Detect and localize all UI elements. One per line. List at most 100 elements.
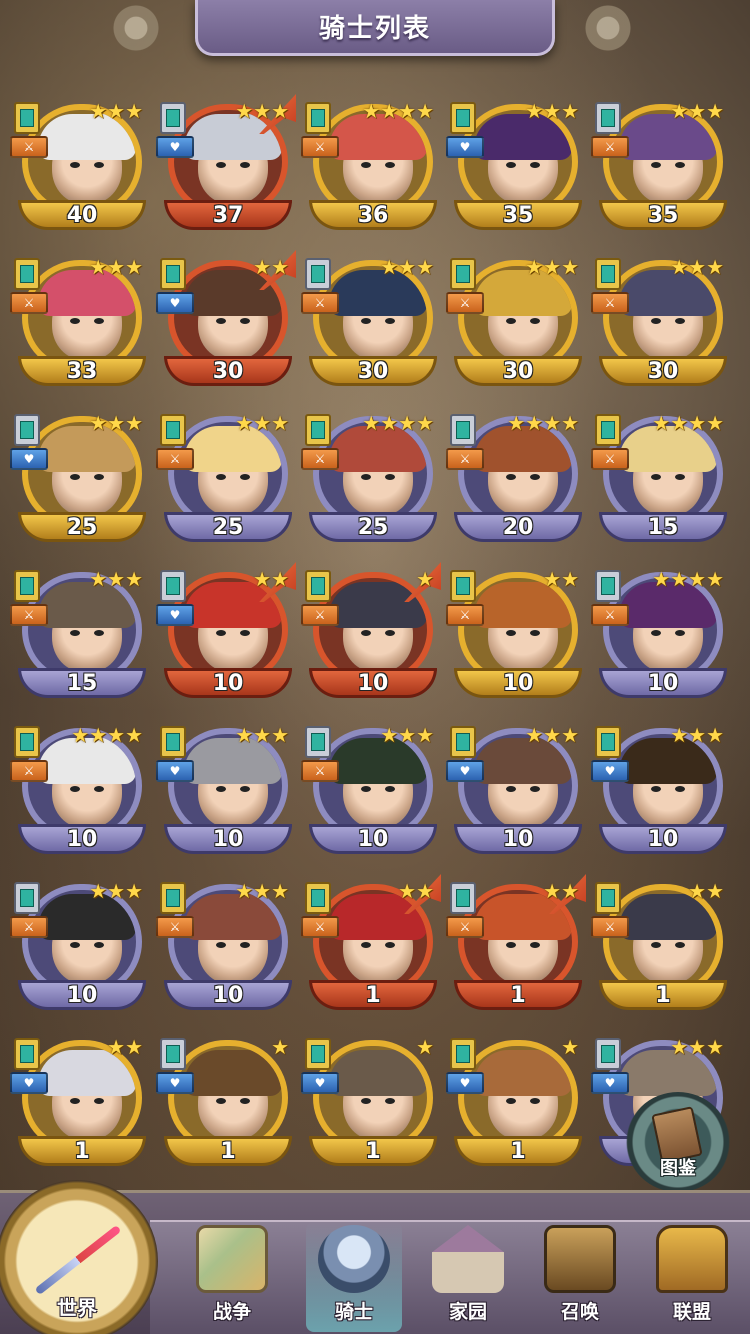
nav-alliance[interactable]: 联盟 xyxy=(644,1222,740,1332)
knight-card[interactable]: ★ ★ ★ ★ ⚔ 10 xyxy=(591,566,731,706)
eye xyxy=(361,318,371,324)
star-rating: ★ ★ ★ xyxy=(522,98,582,124)
knight-card[interactable]: ★ ★ ★ ⚔ 30 xyxy=(591,254,731,394)
star-rating: ★ ★ ★ ★ xyxy=(359,410,437,436)
eye xyxy=(70,474,80,480)
level-ribbon: 1 xyxy=(309,980,437,1010)
knight-card[interactable]: ★ ★ ★ ⚔ 10 xyxy=(301,722,441,862)
star-icon: ★ xyxy=(706,879,724,903)
knight-card[interactable]: ★ ★ ★ ★ ⚔ 10 xyxy=(10,722,150,862)
knight-card[interactable]: ★ ★ ★ ⚔ 25 xyxy=(156,410,296,550)
class-badge-icon xyxy=(595,414,621,446)
eye xyxy=(385,474,395,480)
page-title: 骑士列表 xyxy=(318,14,431,44)
class-cell xyxy=(311,889,325,907)
knight-card[interactable]: ★ ★ ⚔ 1 xyxy=(301,874,441,1018)
nav-world-label: 世界 xyxy=(57,1296,97,1320)
eye xyxy=(506,162,516,168)
nav-world[interactable]: 世界 xyxy=(0,1180,158,1334)
eye xyxy=(70,630,80,636)
knight-card[interactable]: ★ ★ ★ ♥ 37 xyxy=(156,94,296,238)
sword-icon: ⚔ xyxy=(301,136,339,158)
heart-icon: ♥ xyxy=(156,136,194,158)
knight-card[interactable]: ★ ★ ★ ⚔ 35 xyxy=(591,98,731,238)
level-ribbon: 30 xyxy=(164,356,292,386)
star-icon: ★ xyxy=(253,411,272,435)
nav-summon[interactable]: 召唤 xyxy=(532,1222,628,1332)
gear-decoration-icon xyxy=(580,4,636,52)
eye xyxy=(361,786,371,792)
eye xyxy=(675,630,685,636)
knight-level: 25 xyxy=(212,514,244,540)
knight-card[interactable]: ★ ★ ★ ♥ 25 xyxy=(10,410,150,550)
knight-card[interactable]: ★ ♥ 1 xyxy=(156,1034,296,1174)
codex-button[interactable]: 图鉴 xyxy=(626,1092,730,1192)
knight-card[interactable]: ★ ★ ★ ★ ⚔ 25 xyxy=(301,410,441,550)
star-icon: ★ xyxy=(271,99,289,123)
star-rating: ★ ★ ★ xyxy=(86,410,146,436)
eye xyxy=(70,786,80,792)
knight-card[interactable]: ★ ★ ⚔ 1 xyxy=(446,874,586,1018)
knight-card[interactable]: ★ ★ ★ ★ ⚔ 36 xyxy=(301,98,441,238)
eye xyxy=(70,942,80,948)
eye xyxy=(530,942,540,948)
knight-card[interactable]: ★ ★ ♥ 30 xyxy=(156,250,296,394)
knight-card[interactable]: ★ ★ ★ ♥ 10 xyxy=(156,722,296,862)
eye xyxy=(675,318,685,324)
nav-home[interactable]: 家园 xyxy=(420,1222,516,1332)
knight-card[interactable]: ★ ★ ★ ★ ⚔ 15 xyxy=(591,410,731,550)
knight-level: 30 xyxy=(212,358,244,384)
knight-level: 37 xyxy=(212,202,244,228)
knight-card[interactable]: ★ ★ ★ ♥ 35 xyxy=(446,98,586,238)
knight-card[interactable]: ★ ★ ★ ♥ 10 xyxy=(446,722,586,862)
knight-card[interactable]: ★ ★ ★ ★ ⚔ 20 xyxy=(446,410,586,550)
eye xyxy=(506,1098,516,1104)
knight-card[interactable]: ★ ★ ★ ⚔ 10 xyxy=(156,878,296,1018)
knight-card[interactable]: ★ ★ ♥ 10 xyxy=(156,562,296,706)
star-icon: ★ xyxy=(253,255,272,279)
star-rating: ★ ★ ★ ★ xyxy=(68,722,146,748)
knight-card[interactable]: ★ ♥ 1 xyxy=(301,1034,441,1174)
knight-card[interactable]: ★ ⚔ 10 xyxy=(301,562,441,706)
eye xyxy=(675,162,685,168)
knight-card[interactable]: ★ ★ ♥ 1 xyxy=(10,1034,150,1174)
knight-card[interactable]: ★ ★ ★ ⚔ 33 xyxy=(10,254,150,394)
star-icon: ★ xyxy=(125,1035,143,1059)
knight-level: 10 xyxy=(66,826,98,852)
star-rating: ★ ★ ★ ★ xyxy=(359,98,437,124)
eye xyxy=(70,162,80,168)
nav-knights[interactable]: 骑士 xyxy=(306,1222,402,1332)
knight-card[interactable]: ★ ★ ⚔ 1 xyxy=(591,878,731,1018)
star-rating: ★ ★ ★ xyxy=(377,722,437,748)
knight-card[interactable]: ★ ★ ★ ⚔ 10 xyxy=(10,878,150,1018)
class-cell xyxy=(166,577,180,595)
star-rating: ★ ★ xyxy=(395,878,437,904)
class-badge-icon xyxy=(450,570,476,602)
house-icon xyxy=(432,1225,504,1293)
class-cell xyxy=(456,421,470,439)
eye xyxy=(385,786,395,792)
knight-card[interactable]: ★ ★ ⚔ 10 xyxy=(446,566,586,706)
star-rating: ★ ★ ★ xyxy=(86,98,146,124)
star-icon: ★ xyxy=(253,567,272,591)
knight-card[interactable]: ★ ★ ★ ⚔ 40 xyxy=(10,98,150,238)
class-cell xyxy=(456,889,470,907)
eye xyxy=(216,318,226,324)
eye xyxy=(506,630,516,636)
class-badge-icon xyxy=(160,414,186,446)
knight-card[interactable]: ★ ★ ★ ⚔ 30 xyxy=(446,254,586,394)
nav-war[interactable]: 战争 xyxy=(184,1222,280,1332)
star-rating: ★ ★ ★ ★ xyxy=(649,566,727,592)
knight-card[interactable]: ★ ★ ★ ♥ 10 xyxy=(591,722,731,862)
eye xyxy=(506,318,516,324)
star-icon: ★ xyxy=(706,255,724,279)
class-badge-icon xyxy=(595,1038,621,1070)
knight-card[interactable]: ★ ★ ★ ⚔ 15 xyxy=(10,566,150,706)
knight-card[interactable]: ★ ★ ★ ⚔ 30 xyxy=(301,254,441,394)
knight-card[interactable]: ★ ♥ 1 xyxy=(446,1034,586,1174)
level-ribbon: 1 xyxy=(18,1136,146,1166)
eye xyxy=(216,1098,226,1104)
star-icon: ★ xyxy=(380,723,399,747)
eye xyxy=(240,786,250,792)
sword-icon: ⚔ xyxy=(10,604,48,626)
